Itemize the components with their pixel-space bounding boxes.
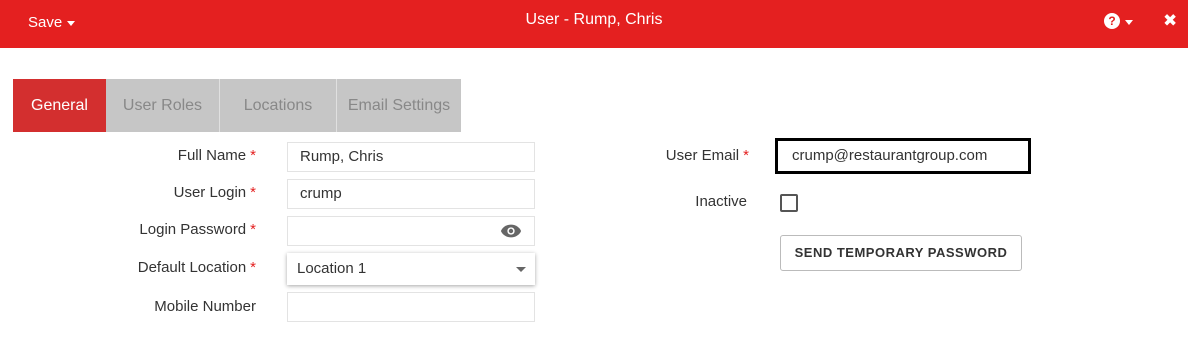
full-name-field[interactable]: Rump, Chris <box>287 142 535 172</box>
help-menu-button[interactable]: ? <box>1104 13 1133 29</box>
user-email-label: User Email * <box>665 147 749 164</box>
login-password-field[interactable] <box>287 216 535 246</box>
tab-bar: General User Roles Locations Email Setti… <box>13 79 461 132</box>
chevron-down-icon <box>516 267 526 272</box>
close-icon[interactable]: ✖ <box>1163 11 1177 31</box>
caret-down-icon <box>1125 19 1133 25</box>
tab-email-settings[interactable]: Email Settings <box>337 79 461 132</box>
user-login-field[interactable]: crump <box>287 179 535 209</box>
mobile-number-label: Mobile Number <box>154 298 256 315</box>
tab-locations[interactable]: Locations <box>220 79 337 132</box>
full-name-label: Full Name * <box>177 147 256 164</box>
question-circle-icon: ? <box>1104 13 1120 29</box>
inactive-label: Inactive <box>695 193 747 210</box>
default-location-value: Location 1 <box>297 260 367 277</box>
inactive-checkbox[interactable] <box>780 194 798 212</box>
page-title: User - Rump, Chris <box>525 11 663 28</box>
send-temporary-password-button[interactable]: SEND TEMPORARY PASSWORD <box>780 235 1022 271</box>
login-password-label: Login Password * <box>139 221 256 238</box>
tab-general[interactable]: General <box>13 79 106 132</box>
top-bar: Save User - Rump, Chris ? ✖ <box>0 0 1188 48</box>
eye-icon[interactable] <box>500 223 522 239</box>
default-location-select[interactable]: Location 1 <box>287 253 535 285</box>
default-location-label: Default Location * <box>137 259 256 276</box>
user-email-field[interactable]: crump@restaurantgroup.com <box>775 138 1031 174</box>
mobile-number-field[interactable] <box>287 292 535 322</box>
tab-user-roles[interactable]: User Roles <box>106 79 220 132</box>
user-login-label: User Login * <box>173 184 256 201</box>
